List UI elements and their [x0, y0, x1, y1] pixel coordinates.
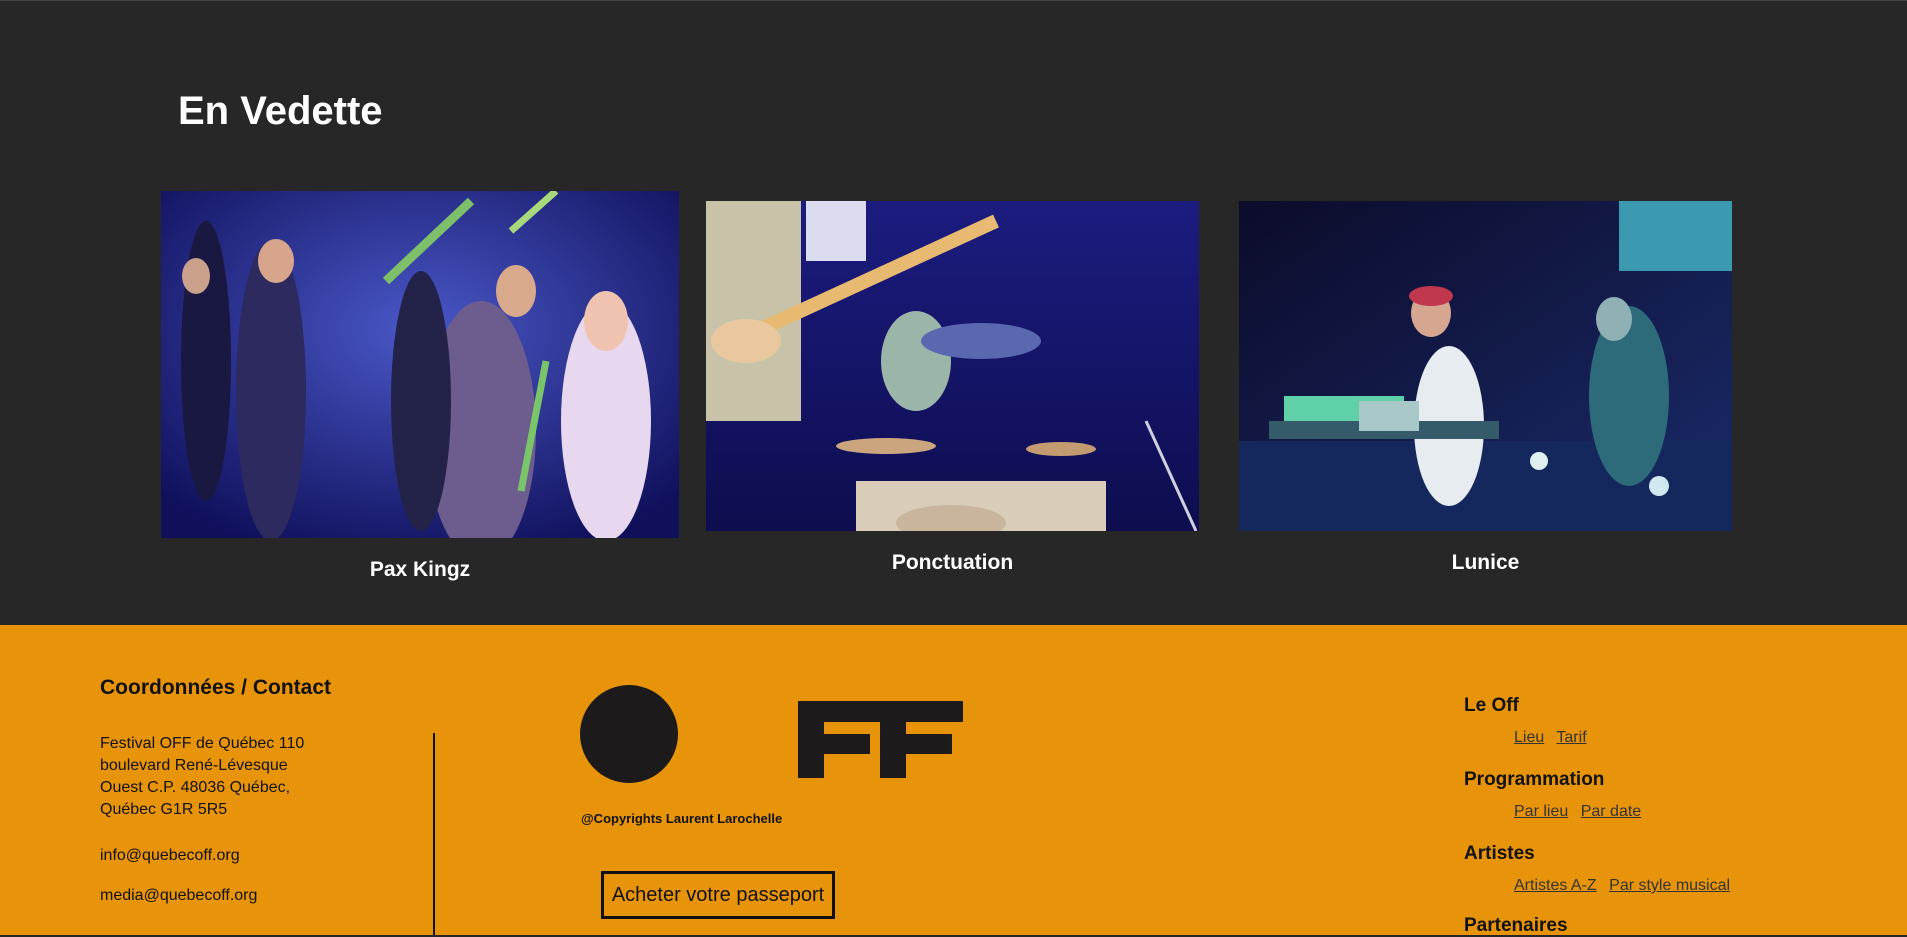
nav-link-par-date[interactable]: Par date — [1581, 803, 1641, 820]
featured-title: En Vedette — [178, 89, 383, 133]
artist-photo[interactable] — [161, 191, 679, 538]
nav-heading-le-off[interactable]: Le Off — [1464, 695, 1519, 717]
artist-name[interactable]: Pax Kingz — [161, 558, 679, 582]
nav-link-lieu[interactable]: Lieu — [1514, 729, 1544, 746]
artist-photo[interactable] — [1239, 201, 1732, 531]
artist-name[interactable]: Ponctuation — [706, 551, 1199, 575]
email-media-link[interactable]: media@quebecoff.org — [100, 887, 257, 905]
nav-links-artistes: Artistes A-Z Par style musical — [1514, 877, 1738, 895]
copyright-text: @Copyrights Laurent Larochelle — [581, 811, 783, 826]
contact-title: Coordonnées / Contact — [100, 676, 332, 699]
nav-link-par-lieu[interactable]: Par lieu — [1514, 803, 1568, 820]
artist-name[interactable]: Lunice — [1239, 551, 1732, 575]
nav-link-par-style[interactable]: Par style musical — [1609, 877, 1730, 894]
off-logo[interactable] — [580, 684, 965, 784]
nav-link-tarif[interactable]: Tarif — [1556, 729, 1586, 746]
contact-address: Festival OFF de Québec 110 boulevard Ren… — [100, 735, 305, 818]
nav-links-le-off: Lieu Tarif — [1514, 729, 1595, 747]
featured-section: En Vedette Pax Kingz Ponctuation Lunice — [0, 0, 1907, 625]
buy-pass-button[interactable]: Acheter votre passeport — [601, 871, 835, 919]
off-logo-graphic — [580, 685, 963, 783]
email-info-link[interactable]: info@quebecoff.org — [100, 847, 240, 865]
artist-photo[interactable] — [706, 201, 1199, 531]
nav-link-artistes-az[interactable]: Artistes A-Z — [1514, 877, 1597, 894]
nav-heading-partenaires[interactable]: Partenaires — [1464, 915, 1568, 937]
footer: Coordonnées / Contact Festival OFF de Qu… — [0, 625, 1907, 937]
nav-links-programmation: Par lieu Par date — [1514, 803, 1649, 821]
nav-heading-artistes[interactable]: Artistes — [1464, 843, 1535, 865]
nav-heading-programmation[interactable]: Programmation — [1464, 769, 1604, 791]
vertical-divider — [433, 733, 435, 935]
